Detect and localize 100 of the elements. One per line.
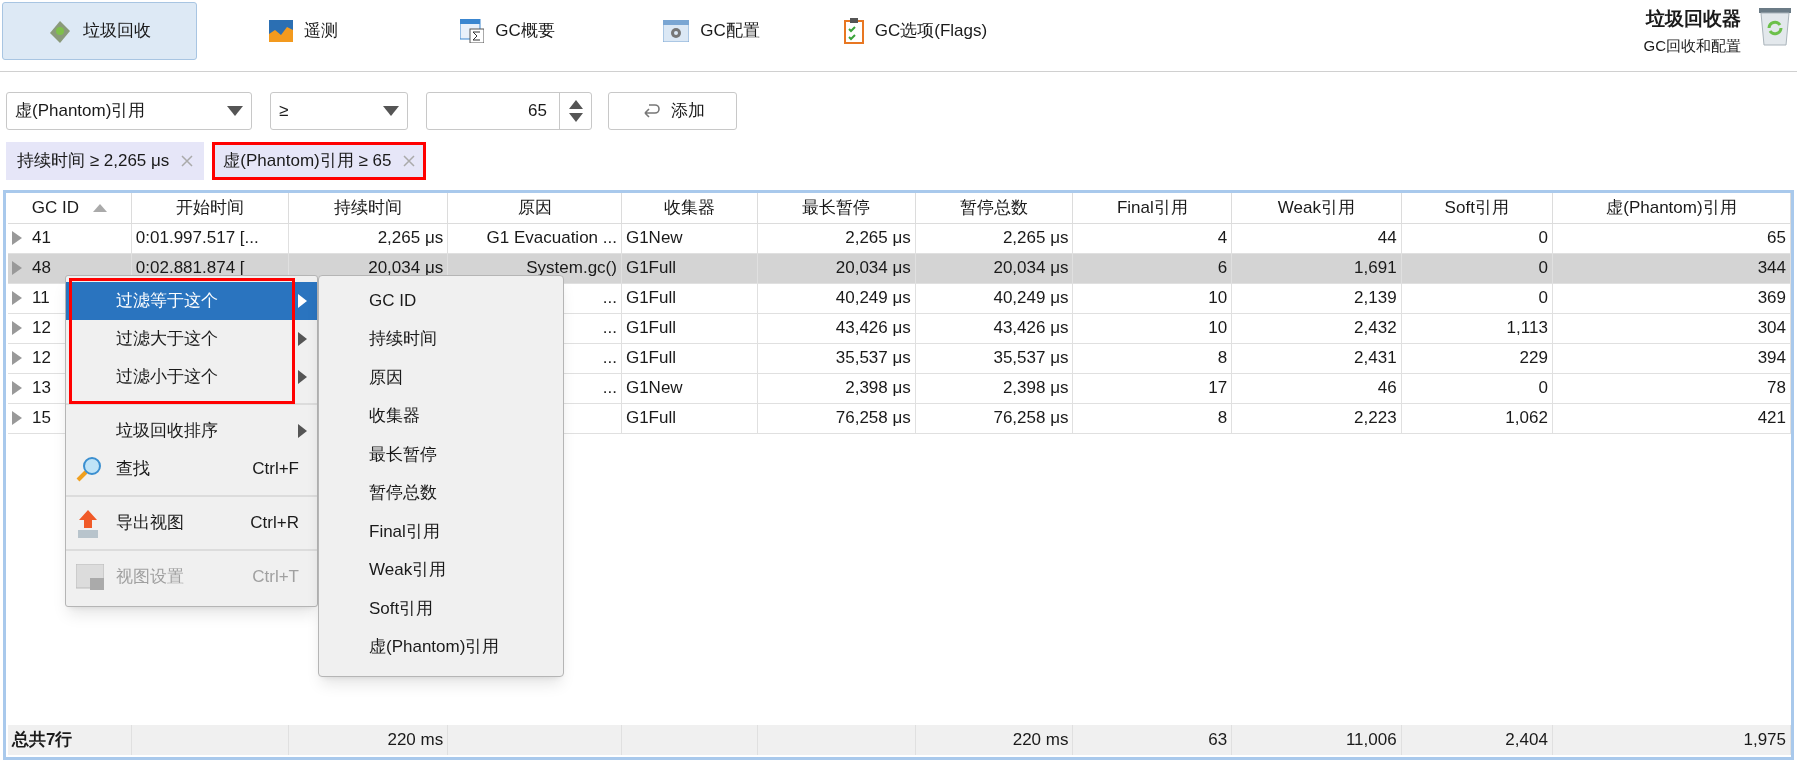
column-header[interactable]: Final引用 — [1072, 193, 1232, 223]
table-cell-text: 15 — [32, 407, 51, 430]
toolbar-tab[interactable]: GC选项(Flags) — [818, 2, 1013, 60]
expand-icon[interactable] — [12, 231, 22, 245]
total-cell: 63 — [1208, 730, 1228, 750]
filter-chip[interactable]: 虚(Phantom)引用 ≥ 65 — [212, 142, 427, 180]
column-header[interactable]: Weak引用 — [1231, 193, 1402, 223]
table-cell: 8 — [1217, 348, 1228, 368]
column-header[interactable]: 最长暂停 — [757, 193, 916, 223]
table-cell: G1New — [625, 378, 683, 398]
submenu-item[interactable]: Soft引用 — [319, 589, 563, 628]
table-cell: 35,537 μs — [993, 348, 1069, 368]
table-cell: G1Full — [625, 318, 676, 338]
table-cell: 229 — [1519, 348, 1548, 368]
submenu-item[interactable]: 暂停总数 — [319, 473, 563, 512]
table-cell: 0 — [1538, 288, 1548, 308]
table-cell: 1,113 — [1506, 318, 1548, 338]
total-cell: 总共7行 — [12, 730, 73, 750]
table-cell: 2,223 — [1354, 408, 1397, 428]
table-cell: 369 — [1757, 288, 1786, 308]
total-cell: 220 ms — [387, 730, 444, 750]
sort-ascending-icon — [93, 203, 108, 212]
spinner-arrows-icon[interactable] — [567, 99, 584, 123]
table-cell: 10 — [1208, 288, 1228, 308]
submenu-item[interactable]: 最长暂停 — [319, 435, 563, 474]
toolbar-tab[interactable]: 遥测 — [206, 2, 401, 60]
menu-item[interactable]: 过滤等于这个 — [66, 282, 317, 320]
table-cell: 304 — [1757, 318, 1786, 338]
table-cell: 2,398 μs — [845, 378, 911, 398]
shortcut-label: Ctrl+F — [252, 458, 299, 481]
table-cell: G1Full — [625, 258, 676, 278]
expand-icon[interactable] — [12, 351, 22, 365]
panel-subtitle: GC回收和配置 — [1643, 36, 1741, 56]
column-header[interactable]: 原因 — [447, 193, 622, 223]
submenu-item[interactable]: 虚(Phantom)引用 — [319, 627, 563, 666]
trash-icon — [1759, 6, 1791, 46]
table-cell: ... — [602, 378, 617, 398]
column-header[interactable]: GC ID — [8, 193, 132, 223]
column-header[interactable]: 开始时间 — [131, 193, 289, 223]
column-header[interactable]: 持续时间 — [289, 193, 448, 223]
table-cell: 1,062 — [1505, 408, 1548, 428]
submenu-item[interactable]: Weak引用 — [319, 550, 563, 589]
panel-title: 垃圾回收器 — [1646, 6, 1741, 30]
table-cell: 2,265 μs — [1002, 228, 1069, 248]
table-row[interactable]: 41 0:01.997.517 [... 2,265 μs G1 Evacuation ... G1New 2,265 μs 2,265 μs 4 44 0 65 — [8, 223, 1791, 253]
submenu-arrow-icon — [298, 424, 307, 438]
operator-dropdown[interactable]: ≥ — [270, 92, 408, 130]
table-cell: G1Full — [625, 408, 676, 428]
table-cell: 46 — [1377, 378, 1397, 398]
expand-icon[interactable] — [12, 261, 22, 275]
column-header[interactable]: 暂停总数 — [915, 193, 1073, 223]
add-button[interactable]: 添加 — [608, 92, 737, 130]
field-dropdown[interactable]: 虚(Phantom)引用 — [6, 92, 252, 130]
table-cell: 20,034 μs — [835, 258, 911, 278]
submenu-arrow-icon — [298, 332, 307, 346]
close-icon[interactable] — [403, 155, 416, 167]
table-cell: 44 — [1377, 228, 1397, 248]
close-icon[interactable] — [181, 155, 194, 167]
total-cell: 11,006 — [1345, 730, 1397, 750]
table-cell: 4 — [1217, 228, 1228, 248]
expand-icon[interactable] — [12, 411, 22, 425]
submenu-arrow-icon — [298, 294, 307, 308]
chart-icon — [269, 20, 293, 42]
table-cell: 40,249 μs — [993, 288, 1069, 308]
table-cell: 0 — [1538, 378, 1548, 398]
table-cell-text: 11 — [32, 287, 50, 310]
table-cell: 2,432 — [1354, 318, 1397, 338]
table-cell: 43,426 μs — [993, 318, 1069, 338]
expand-icon[interactable] — [12, 381, 22, 395]
table-cell: 78 — [1767, 378, 1786, 398]
table-cell-text: 13 — [32, 377, 51, 400]
toolbar-tab[interactable]: GC概要 — [410, 2, 605, 60]
table-cell: ... — [602, 348, 617, 368]
column-header[interactable]: Soft引用 — [1401, 193, 1553, 223]
search-icon — [76, 456, 102, 482]
table-cell: 394 — [1757, 348, 1786, 368]
value-spinner[interactable]: 65 — [426, 92, 592, 130]
table-cell: G1New — [625, 228, 683, 248]
toolbar-tab[interactable]: GC配置 — [614, 2, 809, 60]
clipboard-check-icon — [843, 18, 864, 44]
submenu-item[interactable]: Final引用 — [319, 512, 563, 551]
expand-icon[interactable] — [12, 291, 22, 305]
table-cell: 76,258 μs — [993, 408, 1069, 428]
table-cell-text: 48 — [32, 257, 51, 280]
gear-window-icon — [663, 20, 690, 42]
total-cell: 2,404 — [1505, 730, 1548, 750]
table-cell: 40,249 μs — [835, 288, 911, 308]
export-icon — [76, 510, 100, 538]
column-header[interactable]: 虚(Phantom)引用 — [1552, 193, 1791, 223]
table-cell: 0 — [1538, 228, 1548, 248]
menu-item[interactable]: 导出视图 Ctrl+R — [66, 504, 317, 542]
filter-chip[interactable]: 持续时间 ≥ 2,265 μs — [6, 142, 205, 180]
toolbar-tab[interactable]: 垃圾回收 — [2, 2, 197, 60]
table-cell-text: 41 — [32, 227, 51, 250]
table-cell: 421 — [1757, 408, 1786, 428]
menu-item[interactable]: 查找 Ctrl+F — [66, 450, 317, 488]
table-cell: 35,537 μs — [835, 348, 911, 368]
column-header[interactable]: 收集器 — [621, 193, 758, 223]
table-cell: 2,265 μs — [377, 228, 444, 248]
expand-icon[interactable] — [12, 321, 22, 335]
